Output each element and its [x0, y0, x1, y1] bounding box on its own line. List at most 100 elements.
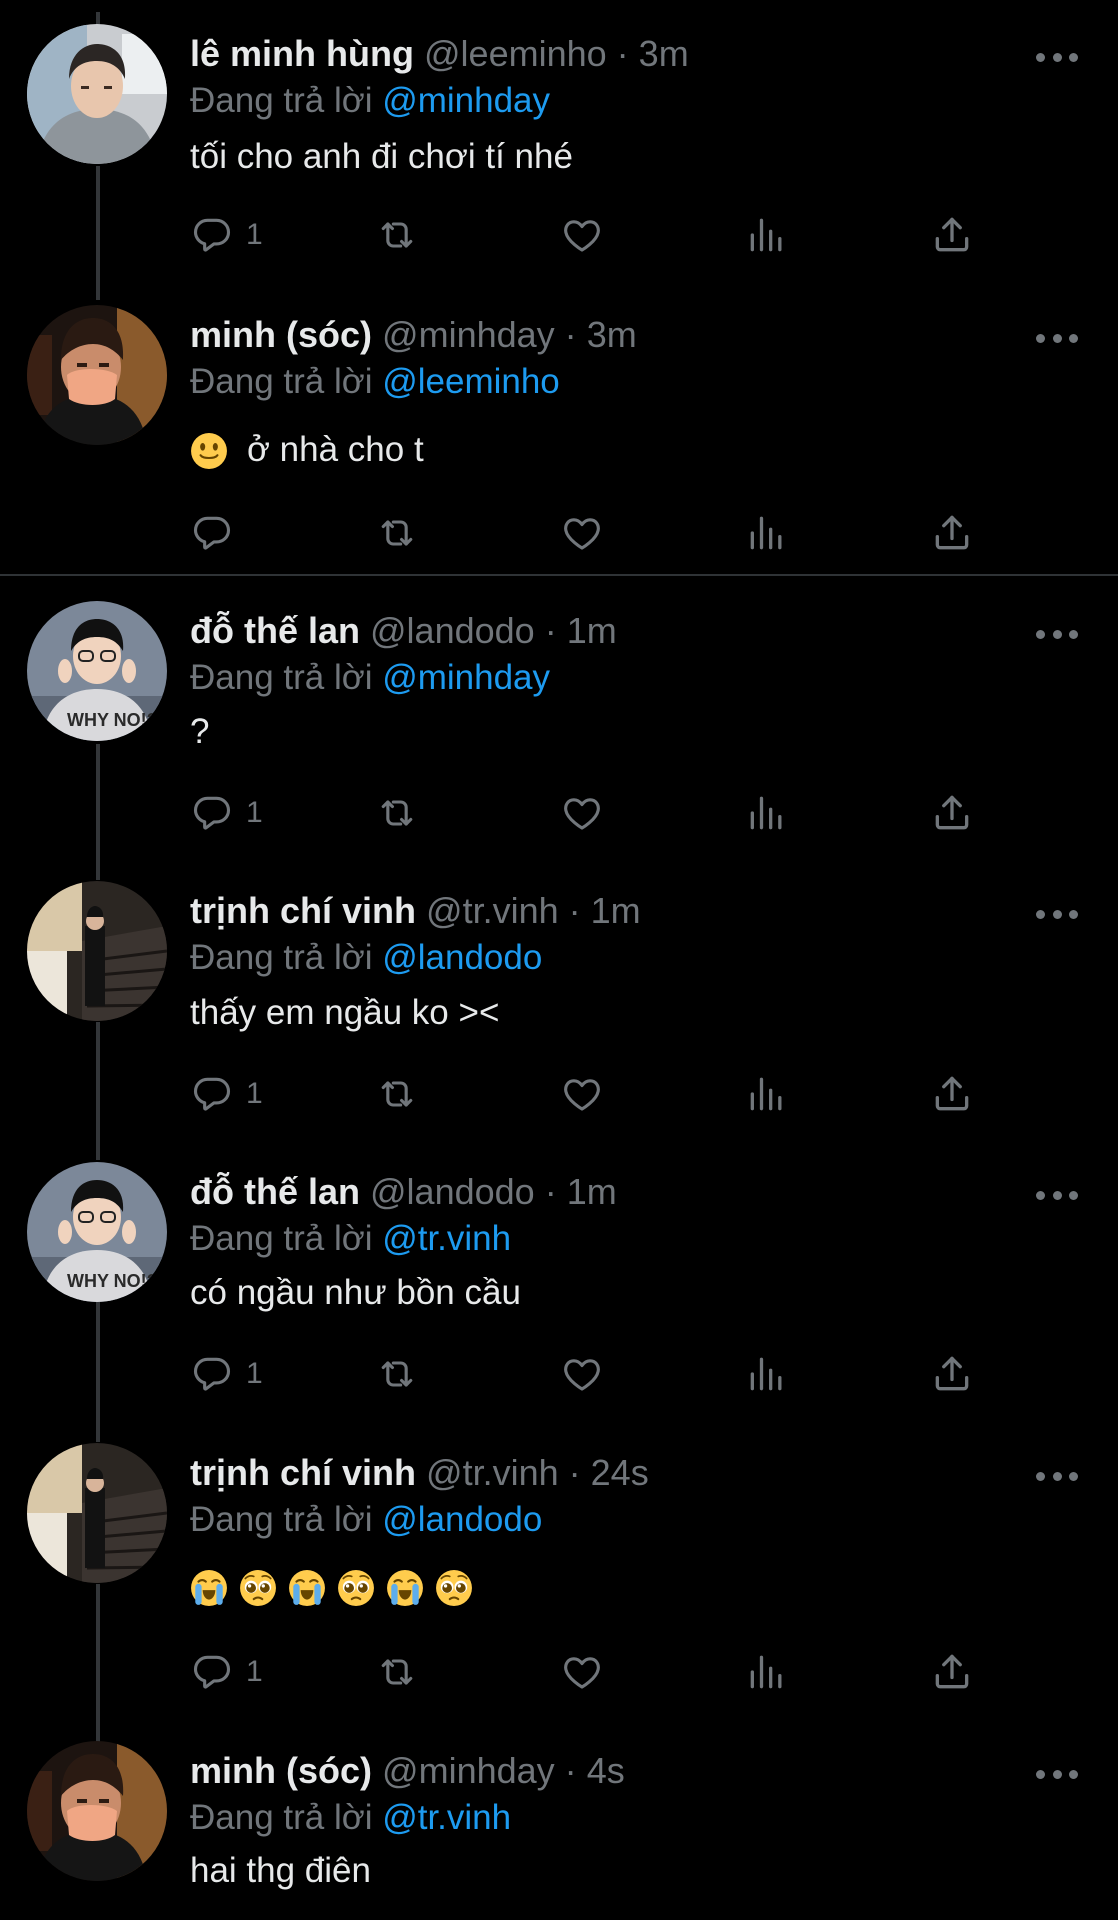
reply-button[interactable] [190, 508, 246, 558]
mention-link[interactable]: @leeminho [382, 362, 560, 401]
replying-to: Đang trả lời @tr.vinh [190, 1796, 511, 1840]
user-handle[interactable]: @landodo [370, 610, 535, 651]
mention-link[interactable]: @landodo [382, 938, 542, 977]
reply-icon [190, 1072, 234, 1116]
more-icon[interactable] [1036, 1767, 1078, 1781]
avatar[interactable] [27, 1443, 167, 1583]
more-icon[interactable] [1036, 627, 1078, 641]
timestamp[interactable]: 3m [639, 33, 689, 74]
action-bar: 1 [190, 1349, 980, 1399]
timestamp[interactable]: 1m [567, 610, 617, 651]
avatar[interactable] [27, 305, 167, 445]
user-handle[interactable]: @minhday [382, 314, 555, 355]
like-button[interactable] [560, 1647, 604, 1697]
action-bar [190, 508, 980, 558]
mention-link[interactable]: @tr.vinh [382, 1219, 511, 1258]
tweet[interactable]: đỗ thế lan @landodo · 1m Đang trả lời @m… [0, 601, 1118, 861]
replying-to: Đang trả lời @minhday [190, 656, 550, 700]
avatar[interactable] [27, 24, 167, 164]
display-name[interactable]: đỗ thế lan [190, 1171, 360, 1212]
user-handle[interactable]: @landodo [370, 1171, 535, 1212]
views-button[interactable] [745, 508, 789, 558]
share-icon [930, 1352, 974, 1396]
more-icon[interactable] [1036, 331, 1078, 345]
views-button[interactable] [745, 1349, 789, 1399]
more-icon[interactable] [1036, 1469, 1078, 1483]
tweet[interactable]: lê minh hùng @leeminho · 3m Đang trả lời… [0, 24, 1118, 284]
user-handle[interactable]: @minhday [382, 1750, 555, 1791]
tweet-text: ? [190, 712, 210, 751]
tweet[interactable]: minh (sóc) @minhday · 4s Đang trả lời @t… [0, 1741, 1118, 1920]
like-button[interactable] [560, 788, 604, 838]
tweet-header: minh (sóc) @minhday · 3m [190, 313, 637, 357]
timestamp[interactable]: 1m [567, 1171, 617, 1212]
timestamp[interactable]: 24s [591, 1452, 649, 1493]
views-button[interactable] [745, 1069, 789, 1119]
reply-button[interactable]: 1 [190, 788, 263, 838]
tweet-text: hai thg điên [190, 1851, 371, 1890]
retweet-button[interactable] [375, 508, 419, 558]
views-button[interactable] [745, 1647, 789, 1697]
analytics-icon [745, 1650, 789, 1694]
timestamp[interactable]: 4s [587, 1750, 625, 1791]
retweet-icon [375, 791, 419, 835]
reply-icon [190, 1352, 234, 1396]
display-name[interactable]: lê minh hùng [190, 33, 414, 74]
tweet[interactable]: minh (sóc) @minhday · 3m Đang trả lời @l… [0, 305, 1118, 565]
reply-prefix: Đang trả lời [190, 1219, 373, 1258]
reply-button[interactable]: 1 [190, 1349, 263, 1399]
like-button[interactable] [560, 508, 604, 558]
retweet-button[interactable] [375, 210, 419, 260]
avatar[interactable] [27, 1162, 167, 1302]
views-button[interactable] [745, 788, 789, 838]
replying-to: Đang trả lời @landodo [190, 1498, 542, 1542]
share-button[interactable] [930, 508, 974, 558]
more-icon[interactable] [1036, 907, 1078, 921]
reply-button[interactable]: 1 [190, 1647, 263, 1697]
share-icon [930, 791, 974, 835]
share-button[interactable] [930, 788, 974, 838]
tweet[interactable]: đỗ thế lan @landodo · 1m Đang trả lời @t… [0, 1162, 1118, 1422]
timestamp[interactable]: 1m [591, 890, 641, 931]
display-name[interactable]: đỗ thế lan [190, 610, 360, 651]
reply-count: 1 [246, 1655, 263, 1688]
reply-button[interactable]: 1 [190, 210, 263, 260]
reply-prefix: Đang trả lời [190, 1798, 373, 1837]
user-handle[interactable]: @tr.vinh [426, 1452, 559, 1493]
like-button[interactable] [560, 210, 604, 260]
heart-icon [560, 511, 604, 555]
share-button[interactable] [930, 1069, 974, 1119]
like-button[interactable] [560, 1349, 604, 1399]
tweet[interactable]: trịnh chí vinh @tr.vinh · 24s Đang trả l… [0, 1443, 1118, 1723]
display-name[interactable]: minh (sóc) [190, 1750, 372, 1791]
mention-link[interactable]: @tr.vinh [382, 1798, 511, 1837]
retweet-button[interactable] [375, 1069, 419, 1119]
avatar[interactable] [27, 1741, 167, 1881]
retweet-button[interactable] [375, 1647, 419, 1697]
mention-link[interactable]: @minhday [382, 658, 550, 697]
retweet-button[interactable] [375, 1349, 419, 1399]
views-button[interactable] [745, 210, 789, 260]
more-icon[interactable] [1036, 1188, 1078, 1202]
heart-icon [560, 1072, 604, 1116]
avatar[interactable] [27, 601, 167, 741]
like-button[interactable] [560, 1069, 604, 1119]
analytics-icon [745, 1352, 789, 1396]
user-handle[interactable]: @leeminho [424, 33, 607, 74]
tweet-header: đỗ thế lan @landodo · 1m [190, 1170, 617, 1214]
more-icon[interactable] [1036, 50, 1078, 64]
user-handle[interactable]: @tr.vinh [426, 890, 559, 931]
reply-button[interactable]: 1 [190, 1069, 263, 1119]
mention-link[interactable]: @landodo [382, 1500, 542, 1539]
display-name[interactable]: trịnh chí vinh [190, 890, 416, 931]
display-name[interactable]: minh (sóc) [190, 314, 372, 355]
mention-link[interactable]: @minhday [382, 81, 550, 120]
display-name[interactable]: trịnh chí vinh [190, 1452, 416, 1493]
avatar[interactable] [27, 881, 167, 1021]
share-button[interactable] [930, 210, 974, 260]
share-button[interactable] [930, 1349, 974, 1399]
retweet-button[interactable] [375, 788, 419, 838]
share-button[interactable] [930, 1647, 974, 1697]
timestamp[interactable]: 3m [587, 314, 637, 355]
tweet[interactable]: trịnh chí vinh @tr.vinh · 1m Đang trả lờ… [0, 881, 1118, 1141]
